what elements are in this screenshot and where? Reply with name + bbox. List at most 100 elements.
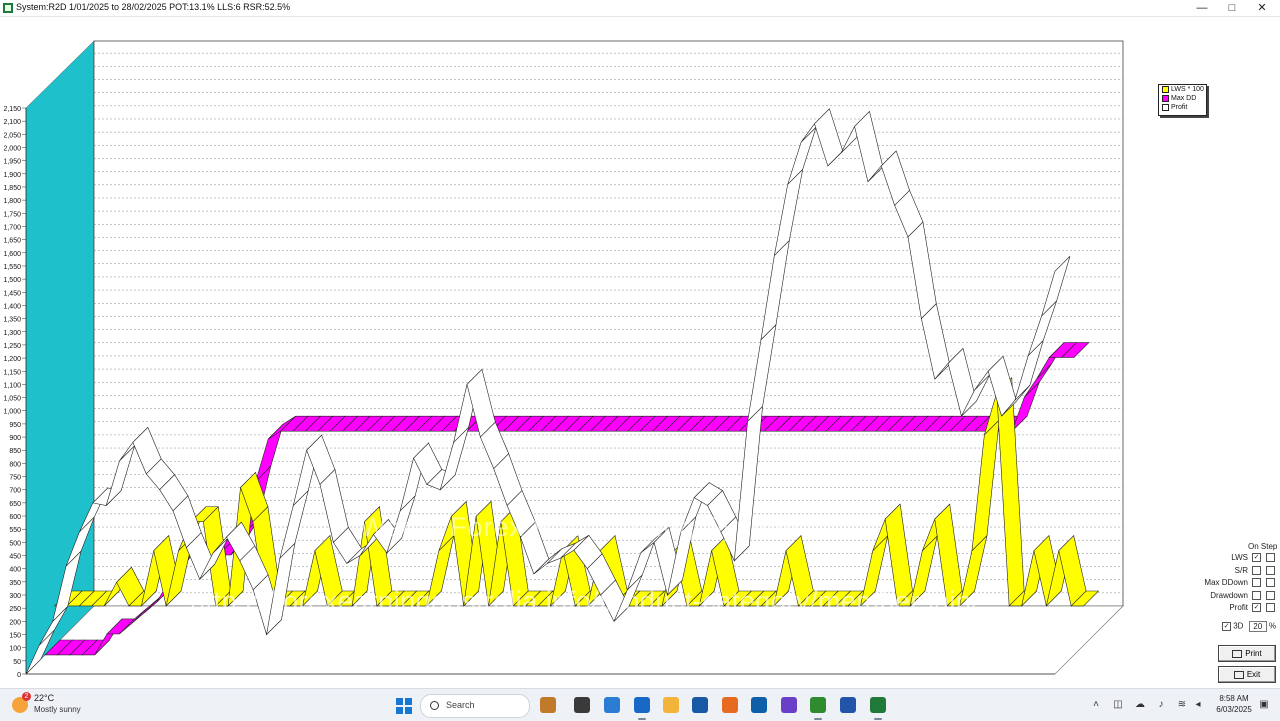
- option-checkbox[interactable]: ✓: [1252, 553, 1261, 562]
- file-explorer-icon[interactable]: [574, 697, 590, 713]
- legend-item-lws: LWS * 100: [1162, 85, 1204, 94]
- network-app-icon[interactable]: ◫: [1112, 699, 1124, 711]
- volume-icon[interactable]: ◂: [1192, 699, 1204, 711]
- y-tick-label: 100: [9, 646, 21, 653]
- option-label: S/R: [1234, 565, 1248, 575]
- y-tick-label: 450: [9, 554, 21, 561]
- store-icon[interactable]: [604, 697, 620, 713]
- option-checkbox[interactable]: ✓: [1252, 603, 1261, 612]
- app-icon[interactable]: [840, 697, 856, 713]
- y-tick-label: 300: [9, 593, 21, 600]
- option-row-lws: LWS ✓: [1198, 552, 1276, 563]
- depth-input[interactable]: 20: [1248, 621, 1267, 632]
- onedrive-icon[interactable]: ☁: [1134, 699, 1146, 711]
- y-tick-label: 1,900: [3, 172, 21, 179]
- option-checkbox[interactable]: [1252, 565, 1261, 575]
- trading-app-icon[interactable]: [870, 697, 886, 713]
- y-tick-label: 1,300: [3, 330, 21, 337]
- gtx-icon[interactable]: [810, 697, 826, 713]
- microphone-icon[interactable]: ♪: [1155, 699, 1167, 711]
- widgets-icon[interactable]: [540, 697, 556, 713]
- y-tick-label: 1,700: [3, 224, 21, 231]
- legend-item-profit: Profit: [1162, 103, 1187, 112]
- three-d-checkbox[interactable]: ✓: [1222, 622, 1231, 631]
- option-checkbox-alt[interactable]: [1266, 565, 1275, 575]
- y-tick-label: 150: [9, 633, 21, 640]
- legend-swatch: [1162, 103, 1169, 111]
- y-tick-label: 1,450: [3, 290, 21, 297]
- option-checkbox-alt[interactable]: [1266, 603, 1275, 612]
- y-tick-label: 250: [9, 606, 21, 613]
- y-tick-label: 2,050: [3, 132, 21, 139]
- y-tick-label: 2,100: [3, 119, 21, 126]
- legend-label: Max DD: [1171, 95, 1197, 102]
- outlook-icon[interactable]: [634, 697, 650, 713]
- search-label: Search: [446, 700, 475, 710]
- clock-date: 6/03/2025: [1216, 705, 1252, 714]
- weather-description[interactable]: Mostly sunny: [34, 705, 81, 714]
- y-tick-label: 50: [13, 659, 21, 666]
- printer-icon: [1232, 649, 1243, 658]
- y-tick-label: 550: [9, 527, 21, 534]
- option-label: Max DDown: [1204, 578, 1248, 587]
- y-tick-label: 800: [9, 461, 21, 468]
- option-label: LWS: [1231, 553, 1248, 562]
- title-bar: System:R2D 1/01/2025 to 28/02/2025 POT:1…: [0, 0, 1280, 17]
- chart-side-wall: [25, 40, 95, 675]
- y-tick-label: 1,150: [3, 369, 21, 376]
- y-tick-label: 950: [9, 422, 21, 429]
- print-button[interactable]: Print: [1218, 645, 1276, 662]
- y-tick-label: 200: [9, 619, 21, 626]
- close-button[interactable]: ✕: [1246, 0, 1278, 16]
- start-button[interactable]: [396, 698, 412, 714]
- folder-icon[interactable]: [663, 697, 679, 713]
- on-step-label: On Step: [1248, 542, 1278, 551]
- chevron-up-icon[interactable]: ˄: [1090, 699, 1102, 711]
- y-tick-label: 1,000: [3, 409, 21, 416]
- minimize-button[interactable]: —: [1186, 0, 1218, 16]
- search-icon: [430, 701, 439, 710]
- y-tick-label: 1,800: [3, 198, 21, 205]
- notification-icon[interactable]: ▣: [1258, 699, 1270, 711]
- print-label: Print: [1245, 649, 1262, 658]
- y-tick-label: 1,500: [3, 277, 21, 284]
- taskbar: 2 22°C Mostly sunny Search ˄ ◫ ☁ ♪ ≋ ◂ 8…: [0, 688, 1280, 721]
- option-checkbox-alt[interactable]: [1266, 553, 1275, 562]
- y-tick-label: 400: [9, 567, 21, 574]
- y-tick-label: 1,600: [3, 251, 21, 258]
- calculator-icon[interactable]: [751, 697, 767, 713]
- media-icon[interactable]: [781, 697, 797, 713]
- option-checkbox[interactable]: [1252, 578, 1261, 587]
- y-tick-label: 500: [9, 540, 21, 547]
- option-row-drawdown: Drawdown: [1198, 590, 1276, 601]
- weather-temperature[interactable]: 22°C: [34, 693, 54, 703]
- option-checkbox-alt[interactable]: [1266, 578, 1275, 587]
- legend-swatch: [1162, 85, 1169, 93]
- firefox-icon[interactable]: [722, 697, 738, 713]
- notification-badge: 2: [22, 692, 31, 701]
- y-tick-label: 1,350: [3, 317, 21, 324]
- clock-time: 8:58 AM: [1219, 694, 1249, 703]
- wifi-icon[interactable]: ≋: [1176, 699, 1188, 711]
- y-tick-label: 350: [9, 580, 21, 587]
- y-tick-label: 0: [17, 672, 21, 679]
- y-tick-label: 1,250: [3, 343, 21, 350]
- maximize-button[interactable]: □: [1216, 0, 1248, 16]
- legend-label: Profit: [1171, 104, 1188, 111]
- y-tick-label: 1,100: [3, 382, 21, 389]
- y-tick-label: 1,850: [3, 185, 21, 192]
- option-label: Profit: [1229, 603, 1248, 612]
- option-checkbox[interactable]: [1252, 590, 1261, 600]
- option-checkbox-alt[interactable]: [1266, 590, 1275, 600]
- taskbar-search[interactable]: Search: [420, 694, 530, 718]
- exit-button[interactable]: Exit: [1218, 666, 1276, 683]
- app-l-icon[interactable]: [692, 697, 708, 713]
- option-label: Drawdown: [1210, 590, 1248, 600]
- option-row-s-r: S/R: [1198, 565, 1276, 576]
- y-tick-label: 850: [9, 448, 21, 455]
- y-tick-label: 1,200: [3, 356, 21, 363]
- y-tick-label: 1,750: [3, 211, 21, 218]
- three-d-control: ✓ 3D 20 %: [1222, 621, 1276, 632]
- system-clock[interactable]: 8:58 AM 6/03/2025: [1210, 693, 1258, 715]
- y-tick-label: 700: [9, 488, 21, 495]
